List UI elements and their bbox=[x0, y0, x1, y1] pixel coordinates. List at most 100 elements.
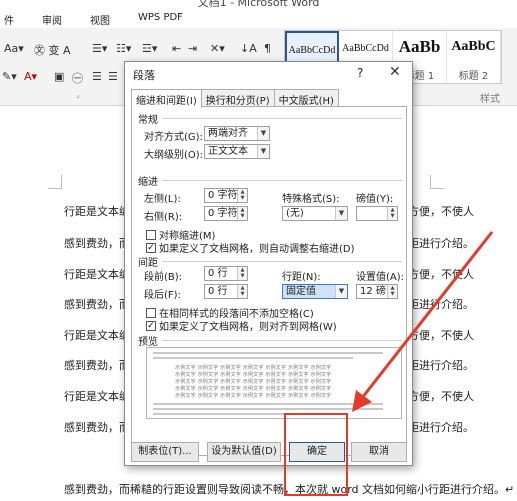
font-size-icon[interactable]: Aa▾ bbox=[4, 42, 24, 55]
styles-group-label: 样式 bbox=[480, 94, 500, 105]
indent-left-spinner[interactable]: 0 字符 ▲ ▼ bbox=[204, 188, 248, 203]
bullets-icon[interactable]: ☰▾ bbox=[92, 42, 107, 55]
chevron-down-icon: ▼ bbox=[335, 285, 347, 298]
dialog-tabs: 缩进和间距(I) 换行和分页(P) 中文版式(H) bbox=[131, 89, 339, 108]
preview-prev-paragraph bbox=[153, 357, 353, 359]
check-icon: ✓ bbox=[146, 320, 156, 331]
help-icon[interactable]: ? bbox=[357, 66, 363, 80]
snap-to-grid-checkbox[interactable]: ✓ 如果定义了文档网格，则对齐到网格(W) bbox=[146, 318, 337, 333]
paragraph-dialog: 段落 ? ✕ 缩进和间距(I) 换行和分页(P) 中文版式(H) 常规 对齐方式… bbox=[124, 61, 413, 466]
doc-text-line: 方便，不使人 bbox=[408, 205, 474, 218]
indent-right-label: 右侧(R): bbox=[144, 212, 183, 223]
outline-level-label: 大纲级别(O): bbox=[144, 150, 204, 161]
preview-section-label: 预览 bbox=[138, 337, 158, 348]
doc-text-line: 方便，不使人 bbox=[408, 390, 474, 403]
ok-button-highlight-box bbox=[284, 413, 348, 496]
preview-sample-text: 示例文字 示例文字 示例文字 示例文字 示例文字 示例文字 示例文字 bbox=[175, 386, 332, 392]
alignment-dropdown[interactable]: 两端对齐 ▼ bbox=[204, 126, 270, 141]
chinese-layout-icon[interactable]: ✕▾ bbox=[210, 42, 225, 55]
menu-bar: 件 审阅 视图 WPS PDF bbox=[0, 10, 517, 28]
window-title: 文档1 - Microsoft Word bbox=[197, 0, 320, 9]
indent-by-spinner[interactable]: ▲ ▼ bbox=[356, 206, 398, 221]
doc-text-line: 方便，不使人 bbox=[408, 268, 474, 281]
section-divider bbox=[162, 118, 402, 119]
close-icon[interactable]: ✕ bbox=[389, 64, 401, 80]
preview-next-paragraph bbox=[153, 408, 383, 410]
highlight-color-icon[interactable]: ✎▾ bbox=[2, 70, 17, 83]
doc-text-line: 距进行介绍。 bbox=[408, 359, 474, 372]
menu-view[interactable]: 视图 bbox=[86, 10, 114, 28]
line-spacing-dropdown[interactable]: 固定值 ▼ bbox=[282, 284, 348, 299]
spin-arrows-icon[interactable]: ▲ ▼ bbox=[237, 189, 247, 202]
general-section-label: 常规 bbox=[138, 115, 158, 126]
section-divider bbox=[162, 180, 402, 181]
numbering-icon[interactable]: ☷▾ bbox=[116, 42, 131, 55]
style-heading-2[interactable]: AaBbC 标题 2 bbox=[447, 31, 501, 83]
menu-review[interactable]: 审阅 bbox=[38, 10, 66, 28]
tab-line-page-breaks[interactable]: 换行和分页(P) bbox=[200, 89, 275, 107]
char-shading-icon[interactable]: ▣ bbox=[54, 70, 64, 83]
special-indent-dropdown[interactable]: (无) ▼ bbox=[282, 206, 348, 221]
margin-corner-mark bbox=[430, 175, 444, 189]
dialog-body: 常规 对齐方式(G): 两端对齐 ▼ 大纲级别(O): 正文文本 ▼ 缩进 左侧… bbox=[131, 106, 407, 456]
alignment-label: 对齐方式(G): bbox=[144, 132, 203, 143]
menu-file[interactable]: 件 bbox=[0, 10, 18, 28]
align-left-icon[interactable]: ☰ bbox=[92, 70, 102, 83]
indent-left-label: 左侧(L): bbox=[144, 194, 181, 205]
doc-text-line: 方便，不使人 bbox=[408, 329, 474, 342]
checkbox-box bbox=[146, 307, 156, 318]
phonetic-guide-icon[interactable]: ㉆ 变 A bbox=[34, 42, 71, 58]
preview-next-paragraph bbox=[153, 403, 383, 405]
doc-text-line: 距进行介绍。 bbox=[408, 237, 474, 250]
enclose-char-icon[interactable]: ㊀ bbox=[72, 70, 83, 86]
check-icon: ✓ bbox=[146, 242, 156, 253]
space-after-spinner[interactable]: 0 行 ▲ ▼ bbox=[204, 284, 248, 299]
spin-arrows-icon[interactable]: ▲ ▼ bbox=[237, 207, 247, 220]
paragraph-preview: 示例文字 示例文字 示例文字 示例文字 示例文字 示例文字 示例文字 示例文字 … bbox=[146, 347, 402, 419]
spacing-at-label: 设置值(A): bbox=[356, 272, 405, 283]
spin-arrows-icon[interactable]: ▲ ▼ bbox=[387, 285, 397, 298]
preview-sample-text: 示例文字 示例文字 示例文字 示例文字 示例文字 示例文字 示例文字 bbox=[175, 365, 332, 371]
dialog-titlebar[interactable]: 段落 ? ✕ bbox=[125, 62, 412, 86]
special-indent-label: 特殊格式(S): bbox=[282, 194, 340, 205]
chevron-down-icon: ▼ bbox=[257, 127, 269, 140]
font-color-icon[interactable]: A▾ bbox=[24, 70, 37, 83]
preview-prev-paragraph bbox=[153, 352, 383, 354]
show-marks-icon[interactable]: ¶ bbox=[264, 42, 271, 55]
font-dialog-launcher-icon[interactable]: ⌟ bbox=[76, 90, 80, 99]
preview-sample-text: 示例文字 示例文字 示例文字 示例文字 示例文字 示例文字 示例文字 bbox=[175, 372, 332, 378]
spin-arrows-icon[interactable]: ▲ ▼ bbox=[387, 207, 397, 220]
increase-indent-icon[interactable]: ⇥ bbox=[188, 42, 197, 55]
tab-asian-typography[interactable]: 中文版式(H) bbox=[273, 89, 339, 107]
auto-adjust-indent-checkbox[interactable]: ✓ 如果定义了文档网格，则自动调整右缩进(D) bbox=[146, 240, 355, 255]
space-before-spinner[interactable]: 0 行 ▲ ▼ bbox=[204, 266, 248, 281]
tabs-button[interactable]: 制表位(T)... bbox=[131, 442, 199, 462]
space-after-label: 段后(F): bbox=[144, 290, 181, 301]
doc-text-line: 距进行介绍。 bbox=[408, 421, 474, 434]
indent-right-spinner[interactable]: 0 字符 ▲ ▼ bbox=[204, 206, 248, 221]
section-divider bbox=[162, 340, 402, 341]
section-divider bbox=[162, 261, 402, 262]
space-before-label: 段前(B): bbox=[144, 272, 183, 283]
align-center-icon[interactable]: ☰ bbox=[108, 70, 118, 83]
chevron-down-icon: ▼ bbox=[257, 145, 269, 158]
indent-section-label: 缩进 bbox=[138, 177, 158, 188]
sort-icon[interactable]: ↓A bbox=[240, 42, 257, 55]
outline-level-dropdown[interactable]: 正文文本 ▼ bbox=[204, 144, 270, 159]
margin-corner-mark bbox=[48, 175, 62, 189]
tab-indents-spacing[interactable]: 缩进和间距(I) bbox=[131, 89, 202, 108]
spin-arrows-icon[interactable]: ▲ ▼ bbox=[237, 285, 247, 298]
menu-wps-pdf[interactable]: WPS PDF bbox=[134, 10, 187, 28]
preview-sample-text: 示例文字 示例文字 示例文字 示例文字 示例文字 示例文字 示例文字 bbox=[175, 379, 332, 385]
indent-by-label: 磅值(Y): bbox=[356, 194, 394, 205]
spacing-at-spinner[interactable]: 12 磅 ▲ ▼ bbox=[356, 284, 398, 299]
multilevel-list-icon[interactable]: ☲▾ bbox=[142, 42, 157, 55]
set-default-button[interactable]: 设为默认值(D) bbox=[207, 442, 281, 462]
cancel-button[interactable]: 取消 bbox=[351, 442, 407, 462]
doc-text-line: 距进行介绍。 bbox=[408, 298, 474, 311]
spin-arrows-icon[interactable]: ▲ ▼ bbox=[237, 267, 247, 280]
decrease-indent-icon[interactable]: ⇤ bbox=[172, 42, 181, 55]
chevron-down-icon: ▼ bbox=[335, 207, 347, 220]
checkbox-box bbox=[146, 229, 156, 240]
spacing-section-label: 间距 bbox=[138, 258, 158, 269]
